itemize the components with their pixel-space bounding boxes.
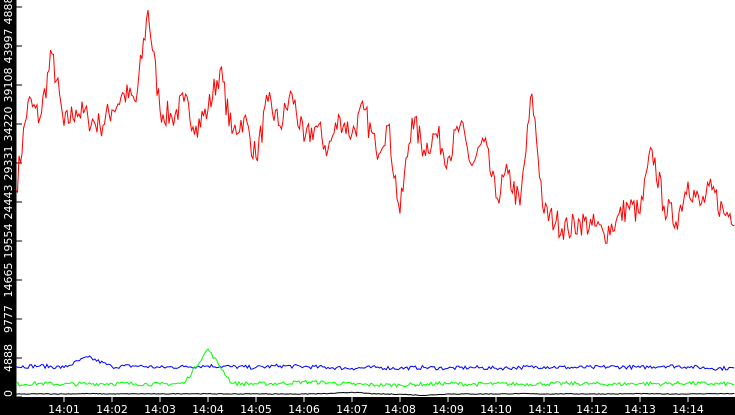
x-tick-label: 14:07 — [336, 403, 368, 415]
x-tick-label: 14:01 — [48, 403, 80, 415]
y-tick-label: 14665 — [2, 263, 15, 298]
y-tick-label: 39108 — [2, 68, 15, 103]
x-tick-label: 14:09 — [432, 403, 464, 415]
x-tick-label: 14:05 — [240, 403, 272, 415]
x-tick-label: 14:13 — [624, 403, 656, 415]
x-tick-label: 14:11 — [528, 403, 560, 415]
x-tick-label: 14:02 — [96, 403, 128, 415]
plot-area — [16, 0, 735, 397]
y-tick-label: 24443 — [2, 185, 15, 220]
x-tick-label: 14:10 — [480, 403, 512, 415]
x-tick-label: 14:08 — [384, 403, 416, 415]
y-tick-label: 4888 — [2, 344, 15, 372]
y-tick-label: 48886 — [2, 0, 15, 25]
x-tick-label: 14:14 — [672, 403, 704, 415]
x-tick-label: 14:03 — [144, 403, 176, 415]
y-tick-label: 19554 — [2, 224, 15, 259]
y-tick-label: 43997 — [2, 29, 15, 64]
y-tick-label: 29331 — [2, 146, 15, 181]
x-tick-label: 14:12 — [576, 403, 608, 415]
x-tick-label: 14:06 — [288, 403, 320, 415]
chart-svg: 0 4888 9777 14665 19554 24443 29331 34220 39108 4… — [2, 0, 735, 415]
y-tick-label: 9777 — [2, 305, 15, 333]
y-tick-label: 0 — [2, 390, 15, 397]
y-tick-label: 34220 — [2, 107, 15, 142]
x-tick-label: 14:04 — [192, 403, 224, 415]
chart: 0 4888 9777 14665 19554 24443 29331 34220 39108 4… — [0, 0, 735, 415]
